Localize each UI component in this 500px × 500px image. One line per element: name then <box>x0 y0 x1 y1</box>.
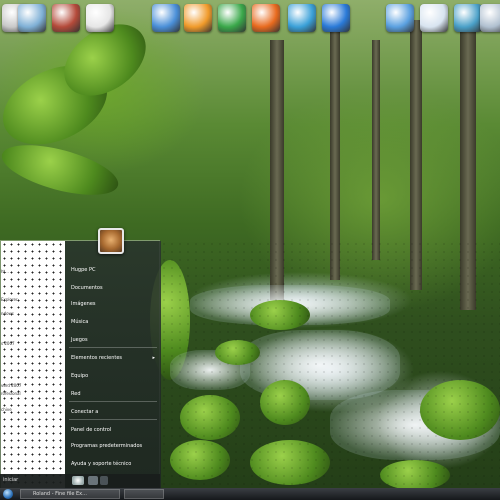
menu-separator <box>69 419 157 420</box>
mossy-rock <box>250 440 330 485</box>
menu-separator <box>69 347 157 348</box>
start-menu-item[interactable]: Juegos <box>71 333 88 347</box>
moss-branch <box>0 135 124 205</box>
start-button[interactable] <box>3 489 13 499</box>
taskbar-window-label: Roland - Fine file Ex... <box>33 491 87 497</box>
start-menu-item[interactable]: Documentos <box>71 281 103 295</box>
start-menu: ht... Explorer ndows s 2007 vord 2007 rofesio… <box>0 240 161 489</box>
tree-trunk <box>460 10 476 310</box>
program-item[interactable]: Explorer <box>1 297 18 302</box>
start-menu-item[interactable]: Música <box>71 315 88 329</box>
tree-trunk <box>270 40 284 300</box>
tree-trunk <box>410 20 422 290</box>
start-menu-item[interactable]: Red <box>71 387 81 401</box>
mossy-rock <box>380 460 450 490</box>
mossy-rock <box>180 395 240 440</box>
desktop-icon-row <box>0 0 500 36</box>
power-button[interactable] <box>72 476 84 485</box>
mossy-rock <box>420 380 500 440</box>
start-menu-item[interactable]: Equipo <box>71 369 88 383</box>
internet-explorer-icon[interactable] <box>322 4 350 32</box>
firefox-icon[interactable] <box>252 4 280 32</box>
program-item[interactable]: rofesional <box>1 391 21 396</box>
start-menu-item[interactable]: Panel de control <box>71 423 111 437</box>
program-item[interactable]: vord 2007 <box>1 383 21 388</box>
mossy-rock <box>250 300 310 330</box>
taskbar-window-button[interactable] <box>124 489 164 499</box>
user-picture[interactable] <box>98 228 124 254</box>
taskbar: Roland - Fine file Ex... <box>0 488 500 500</box>
utorrent-icon[interactable] <box>218 4 246 32</box>
tree-trunk <box>372 40 380 260</box>
start-menu-footer: iniciar <box>0 474 160 488</box>
submenu-arrow-icon: ▸ <box>152 355 155 361</box>
program-item[interactable]: s 2007 <box>1 341 15 346</box>
winrar-icon[interactable] <box>52 4 80 32</box>
start-menu-item[interactable]: Programas predeterminados <box>71 439 142 453</box>
tree-trunk <box>330 30 340 280</box>
start-menu-item[interactable]: Imágenes <box>71 297 96 311</box>
shutdown-options-button[interactable] <box>100 476 108 485</box>
start-menu-places-pane: Hugpe PC Documentos Imágenes Música Juegos El… <box>65 241 161 489</box>
mossy-rock <box>260 380 310 425</box>
folder-icon[interactable] <box>18 4 46 32</box>
computer-icon[interactable] <box>386 4 414 32</box>
start-menu-item[interactable]: Elementos recientes <box>71 351 122 365</box>
lock-button[interactable] <box>88 476 98 485</box>
program-item[interactable]: chive <box>1 407 12 412</box>
start-menu-programs-pane: ht... Explorer ndows s 2007 vord 2007 rofesio… <box>1 241 65 489</box>
program-item[interactable]: ht... <box>1 269 9 274</box>
mossy-rock <box>170 440 230 480</box>
media-player-icon[interactable] <box>184 4 212 32</box>
notepad-icon[interactable] <box>420 4 448 32</box>
taskbar-window-button[interactable]: Roland - Fine file Ex... <box>20 489 120 499</box>
start-menu-item[interactable]: Conectar a <box>71 405 98 419</box>
menu-separator <box>69 401 157 402</box>
mossy-rock <box>215 340 260 365</box>
program-item[interactable]: ndows <box>1 311 14 316</box>
globe-icon[interactable] <box>152 4 180 32</box>
start-menu-item[interactable]: Hugpe PC <box>71 263 95 277</box>
messenger-icon[interactable] <box>288 4 316 32</box>
network-icon[interactable] <box>454 4 482 32</box>
search-label[interactable]: iniciar <box>3 477 18 483</box>
start-menu-item[interactable]: Ayuda y soporte técnico <box>71 457 131 471</box>
document-icon[interactable] <box>86 4 114 32</box>
cd-drive-icon[interactable] <box>480 4 500 32</box>
